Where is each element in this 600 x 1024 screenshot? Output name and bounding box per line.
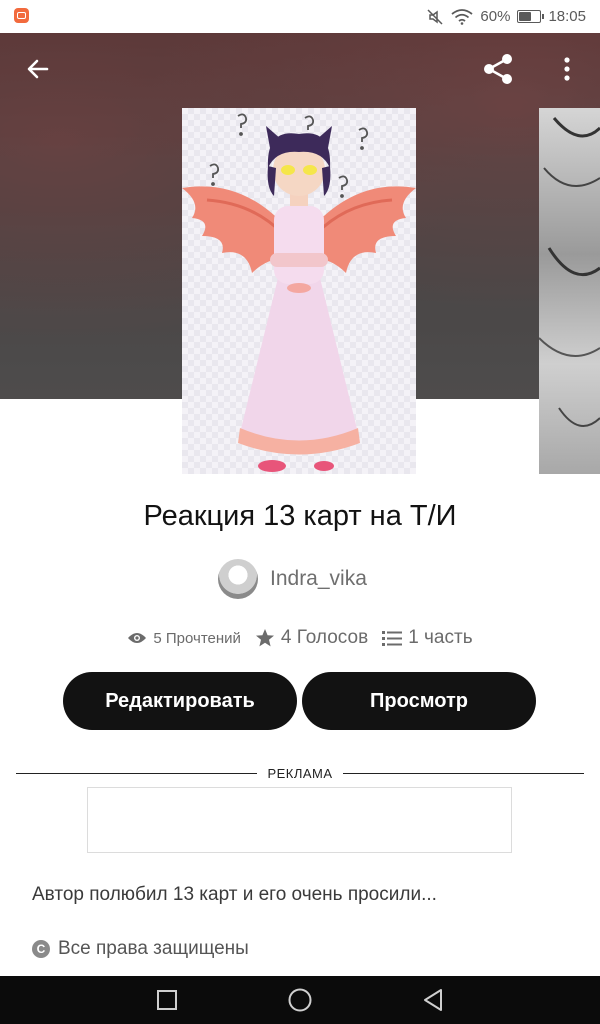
reads-stat: 5 Прочтений [127,630,241,647]
circle-icon [288,988,312,1012]
next-story-cover[interactable] [539,108,600,474]
share-icon [484,54,512,84]
copyright-notice: C Все права защищены [32,938,249,960]
story-title: Реакция 13 карт на Т/И [143,500,457,532]
home-button[interactable] [276,976,324,1024]
status-bar: 60% 18:05 [0,0,600,33]
votes-count: 4 Голосов [280,627,369,648]
cover-illustration [182,113,416,472]
story-stats: 5 Прочтений 4 Голосов 1 часть [0,624,600,652]
clock: 18:05 [548,8,586,25]
copyright-icon: C [32,940,50,958]
view-button[interactable]: Просмотр [302,672,536,730]
story-description[interactable]: Автор полюбил 13 карт и его очень просил… [32,884,437,906]
author-avatar [218,559,258,599]
eye-icon [128,633,147,643]
recents-button[interactable] [143,976,191,1024]
parts-count: 1 часть [408,627,473,648]
back-arrow-icon [27,59,49,79]
divider-left [16,772,258,774]
star-icon [255,629,274,647]
more-vertical-icon [564,57,570,81]
more-options-button[interactable] [545,47,589,91]
list-icon [382,631,403,646]
system-nav-bar [0,976,600,1024]
mute-icon [426,8,444,26]
share-button[interactable] [476,47,520,91]
author-name: Indra_vika [270,567,367,590]
ad-separator: РЕКЛАМА [16,763,584,783]
reads-count: 5 Прочтений [153,629,241,647]
parts-stat: 1 часть [382,627,473,649]
ad-label: РЕКЛАМА [267,765,333,781]
triangle-back-icon [424,989,443,1011]
wifi-icon [451,8,473,25]
notification-app-icon [14,8,29,23]
next-cover-sketch [539,117,600,427]
story-cover[interactable] [182,108,416,474]
battery-icon [517,10,545,23]
back-nav-button[interactable] [409,976,457,1024]
edit-button[interactable]: Редактировать [63,672,297,730]
author-link[interactable]: Indra_vika [218,558,367,600]
divider-right [342,772,584,774]
ad-slot[interactable] [87,787,512,853]
back-button[interactable] [16,47,60,91]
battery-percent: 60% [480,8,511,25]
square-icon [156,990,177,1010]
status-indicators: 60% 18:05 [426,0,586,33]
votes-stat: 4 Голосов [255,627,368,649]
copyright-text: Все права защищены [58,938,249,959]
